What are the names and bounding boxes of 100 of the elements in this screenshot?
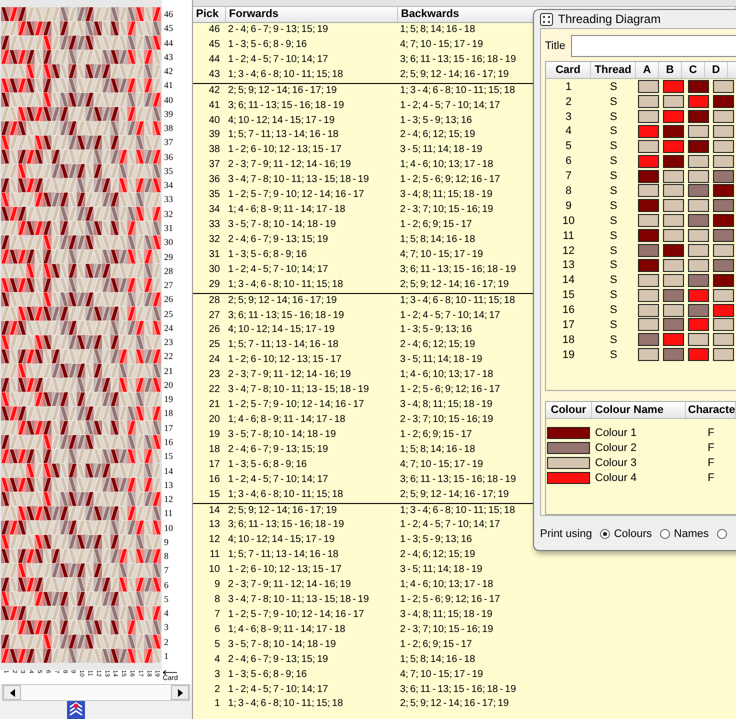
colour-swatch[interactable]: [547, 456, 590, 469]
column-header[interactable]: A: [636, 62, 659, 78]
radio-label[interactable]: Names: [674, 528, 709, 540]
hole-colour-swatch[interactable]: [713, 154, 734, 168]
column-header[interactable]: D: [705, 62, 728, 78]
hole-colour-swatch[interactable]: [638, 304, 659, 317]
hole-colour-swatch[interactable]: [713, 140, 734, 153]
hole-colour-swatch[interactable]: [688, 199, 709, 212]
hole-colour-swatch[interactable]: [688, 304, 709, 317]
hole-colour-swatch[interactable]: [638, 274, 659, 287]
hole-colour-swatch[interactable]: [638, 170, 659, 183]
hole-colour-swatch[interactable]: [638, 110, 659, 124]
hole-colour-swatch[interactable]: [688, 288, 709, 302]
hole-colour-swatch[interactable]: [663, 318, 684, 332]
radio-button[interactable]: [660, 529, 670, 540]
hole-colour-swatch[interactable]: [663, 348, 684, 362]
horizontal-scrollbar[interactable]: [2, 684, 190, 701]
hole-colour-swatch[interactable]: [713, 184, 734, 198]
title-input-field[interactable]: [571, 35, 736, 58]
column-header[interactable]: Colour Name: [592, 402, 686, 418]
column-header[interactable]: Card: [546, 62, 591, 78]
hole-colour-swatch[interactable]: [688, 95, 709, 108]
hole-colour-swatch[interactable]: [688, 274, 709, 287]
weaving-icon[interactable]: [67, 701, 85, 719]
hole-colour-swatch[interactable]: [663, 154, 684, 168]
hole-colour-swatch[interactable]: [663, 110, 684, 124]
hole-colour-swatch[interactable]: [638, 154, 659, 168]
hole-colour-swatch[interactable]: [713, 199, 734, 212]
hole-colour-swatch[interactable]: [663, 95, 684, 108]
hole-colour-swatch[interactable]: [688, 154, 709, 168]
hole-colour-swatch[interactable]: [713, 258, 734, 272]
hole-colour-swatch[interactable]: [688, 80, 709, 94]
column-header[interactable]: Pick: [193, 7, 226, 22]
scroll-left-icon[interactable]: [10, 688, 14, 696]
hole-colour-swatch[interactable]: [638, 184, 659, 198]
hole-colour-swatch[interactable]: [663, 288, 684, 302]
hole-colour-swatch[interactable]: [688, 318, 709, 332]
column-header[interactable]: B: [659, 62, 682, 78]
hole-colour-swatch[interactable]: [713, 170, 734, 183]
hole-colour-swatch[interactable]: [713, 80, 734, 94]
hole-colour-swatch[interactable]: [713, 95, 734, 108]
hole-colour-swatch[interactable]: [663, 199, 684, 212]
hole-colour-swatch[interactable]: [638, 244, 659, 258]
column-header[interactable]: Characte: [686, 402, 736, 418]
colour-swatch[interactable]: [547, 472, 590, 484]
hole-colour-swatch[interactable]: [713, 244, 734, 258]
hole-colour-swatch[interactable]: [688, 333, 709, 346]
hole-colour-swatch[interactable]: [688, 229, 709, 242]
hole-colour-swatch[interactable]: [638, 140, 659, 153]
hole-colour-swatch[interactable]: [663, 304, 684, 317]
hole-colour-swatch[interactable]: [713, 288, 734, 302]
hole-colour-swatch[interactable]: [688, 348, 709, 362]
hole-colour-swatch[interactable]: [663, 80, 684, 94]
hole-colour-swatch[interactable]: [638, 95, 659, 108]
column-header[interactable]: Thread: [591, 62, 636, 78]
hole-colour-swatch[interactable]: [663, 140, 684, 153]
hole-colour-swatch[interactable]: [713, 110, 734, 124]
hole-colour-swatch[interactable]: [638, 318, 659, 332]
radio-button[interactable]: [600, 529, 610, 540]
hole-colour-swatch[interactable]: [638, 288, 659, 302]
scroll-right-icon[interactable]: [178, 688, 182, 696]
hole-colour-swatch[interactable]: [663, 170, 684, 183]
hole-colour-swatch[interactable]: [713, 333, 734, 346]
hole-colour-swatch[interactable]: [713, 304, 734, 317]
column-header[interactable]: Colour: [546, 402, 592, 418]
column-header[interactable]: C: [682, 62, 705, 78]
hole-colour-swatch[interactable]: [688, 170, 709, 183]
hole-colour-swatch[interactable]: [688, 184, 709, 198]
hole-colour-swatch[interactable]: [663, 333, 684, 346]
hole-colour-swatch[interactable]: [638, 258, 659, 272]
radio-button[interactable]: [716, 529, 727, 540]
hole-colour-swatch[interactable]: [688, 258, 709, 272]
hole-colour-swatch[interactable]: [713, 274, 734, 287]
colour-swatch[interactable]: [547, 442, 590, 454]
hole-colour-swatch[interactable]: [638, 80, 659, 94]
hole-colour-swatch[interactable]: [688, 124, 709, 138]
hole-colour-swatch[interactable]: [638, 348, 659, 362]
hole-colour-swatch[interactable]: [638, 199, 659, 212]
hole-colour-swatch[interactable]: [713, 214, 734, 228]
hole-colour-swatch[interactable]: [663, 274, 684, 287]
colour-swatch[interactable]: [547, 426, 590, 439]
hole-colour-swatch[interactable]: [638, 333, 659, 346]
radio-label[interactable]: Colours: [614, 528, 652, 540]
hole-colour-swatch[interactable]: [663, 124, 684, 138]
hole-colour-swatch[interactable]: [688, 214, 709, 228]
hole-colour-swatch[interactable]: [663, 229, 684, 242]
hole-colour-swatch[interactable]: [638, 124, 659, 138]
hole-colour-swatch[interactable]: [663, 214, 684, 228]
hole-colour-swatch[interactable]: [688, 244, 709, 258]
hole-colour-swatch[interactable]: [638, 214, 659, 228]
hole-colour-swatch[interactable]: [638, 229, 659, 242]
hole-colour-swatch[interactable]: [663, 244, 684, 258]
hole-colour-swatch[interactable]: [713, 348, 734, 362]
hole-colour-swatch[interactable]: [663, 184, 684, 198]
column-header[interactable]: Forwards: [226, 7, 398, 22]
hole-colour-swatch[interactable]: [663, 258, 684, 272]
hole-colour-swatch[interactable]: [688, 140, 709, 153]
hole-colour-swatch[interactable]: [713, 124, 734, 138]
hole-colour-swatch[interactable]: [688, 110, 709, 124]
hole-colour-swatch[interactable]: [713, 229, 734, 242]
